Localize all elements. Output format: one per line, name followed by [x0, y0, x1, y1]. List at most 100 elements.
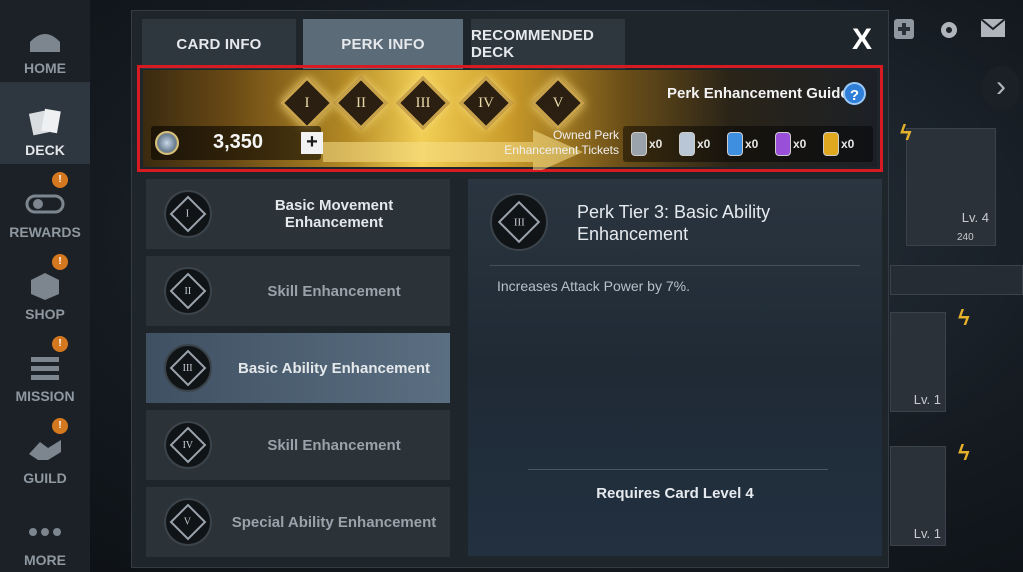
more-icon — [25, 516, 65, 548]
ticket-count: x0 — [841, 137, 855, 151]
close-button[interactable]: X — [852, 23, 872, 57]
tier-label: IV — [478, 95, 494, 111]
perk-tier-icon: II — [164, 267, 212, 315]
perk-item[interactable]: IV Skill Enhancement — [146, 410, 450, 480]
tier-label: I — [304, 95, 310, 111]
deck-icon — [25, 106, 65, 138]
ticket-icon — [823, 132, 839, 156]
guild-badge: ! — [52, 418, 68, 434]
lightning-icon: ϟ — [958, 305, 970, 330]
nav-label-more: MORE — [24, 552, 66, 568]
add-currency-button[interactable]: + — [301, 132, 323, 154]
ticket-tier2: x0 — [679, 132, 710, 156]
home-icon — [25, 24, 65, 56]
perk-requirement: Requires Card Level 4 — [596, 485, 754, 502]
nav-label-shop: SHOP — [25, 306, 65, 322]
perk-detail-description: Increases Attack Power by 7%. — [497, 278, 690, 294]
perk-tier-numeral: II — [184, 285, 192, 297]
perk-tier-numeral: IV — [182, 439, 194, 451]
ticket-tier3: x0 — [727, 132, 758, 156]
bg-filter-bar[interactable] — [890, 265, 1023, 295]
help-icon[interactable]: ? — [843, 82, 866, 105]
next-arrow-button[interactable]: › — [982, 66, 1020, 110]
tier-label: V — [552, 95, 564, 111]
card-power: 240 — [957, 232, 974, 243]
nav-item-home[interactable]: HOME — [0, 0, 90, 82]
tier-label: II — [356, 95, 366, 111]
ticket-count: x0 — [745, 137, 759, 151]
perk-banner: I II III IV V Perk Enhancement Guide ? O… — [143, 70, 877, 170]
nav-label-rewards: REWARDS — [9, 224, 81, 240]
ticket-tier5: x0 — [823, 132, 854, 156]
perk-detail-panel: III Perk Tier 3: Basic Ability Enhanceme… — [468, 179, 882, 556]
ticket-icon — [775, 132, 791, 156]
coin-icon — [155, 131, 179, 155]
tab-card-info[interactable]: CARD INFO — [142, 19, 296, 69]
bg-card[interactable]: Lv. 4 240 — [906, 128, 996, 246]
perk-tier-icon: I — [164, 190, 212, 238]
perk-item[interactable]: V Special Ability Enhancement — [146, 487, 450, 557]
ticket-bar: x0 x0 x0 x0 x0 — [623, 126, 873, 162]
currency-amount: 3,350 — [213, 131, 264, 153]
perk-item-selected[interactable]: III Basic Ability Enhancement — [146, 333, 450, 403]
perk-label: Special Ability Enhancement — [231, 513, 437, 531]
nav-item-mission[interactable]: ! MISSION — [0, 328, 90, 410]
perk-label: Skill Enhancement — [267, 436, 401, 454]
ticket-tier4: x0 — [775, 132, 806, 156]
rewards-icon — [25, 188, 65, 220]
bg-card[interactable]: Lv. 1 — [890, 446, 946, 546]
add-icon[interactable] — [893, 18, 915, 46]
lightning-icon: ϟ — [958, 440, 970, 465]
lightning-icon: ϟ — [900, 120, 912, 145]
nav-item-deck[interactable]: DECK — [0, 82, 90, 164]
perk-tier-icon: V — [164, 498, 212, 546]
mission-badge: ! — [52, 336, 68, 352]
perk-tier-icon: IV — [164, 421, 212, 469]
perk-item[interactable]: I Basic Movement Enhancement — [146, 179, 450, 249]
owned-tickets-label: Owned Perk Enhancement Tickets — [481, 128, 619, 158]
ticket-tier1: x0 — [631, 132, 662, 156]
ticket-icon — [631, 132, 647, 156]
mission-icon — [25, 352, 65, 384]
perk-tier-icon: III — [164, 344, 212, 392]
divider — [528, 469, 828, 470]
card-level: Lv. 4 — [961, 210, 989, 225]
nav-item-shop[interactable]: ! SHOP — [0, 246, 90, 328]
owned-label-line1: Owned Perk — [552, 128, 619, 142]
shop-badge: ! — [52, 254, 68, 270]
guild-icon — [25, 434, 65, 466]
ticket-count: x0 — [649, 137, 663, 151]
nav-item-guild[interactable]: ! GUILD — [0, 410, 90, 492]
nav-label-home: HOME — [24, 60, 66, 76]
bg-card[interactable]: Lv. 1 — [890, 312, 946, 412]
ticket-icon — [727, 132, 743, 156]
perk-item[interactable]: II Skill Enhancement — [146, 256, 450, 326]
nav-label-guild: GUILD — [23, 470, 67, 486]
nav-label-deck: DECK — [25, 142, 65, 158]
perk-label: Basic Ability Enhancement — [238, 359, 430, 377]
tier-label: III — [415, 95, 431, 111]
currency-bar: 3,350 + — [151, 126, 323, 160]
perk-guide-label[interactable]: Perk Enhancement Guide — [667, 85, 849, 102]
ticket-icon — [679, 132, 695, 156]
game-screen: HOME DECK ! REWARDS ! SHOP ! MISSION ! G… — [0, 0, 1023, 572]
perk-label: Basic Movement Enhancement — [274, 197, 394, 231]
nav-item-rewards[interactable]: ! REWARDS — [0, 164, 90, 246]
tab-perk-info[interactable]: PERK INFO — [303, 19, 463, 69]
nav-label-mission: MISSION — [15, 388, 75, 404]
nav-item-more[interactable]: MORE — [0, 492, 90, 572]
card-level: Lv. 1 — [913, 526, 941, 541]
perk-tier-icon: III — [490, 193, 548, 251]
gear-icon[interactable] — [937, 18, 961, 48]
perk-label: Skill Enhancement — [267, 282, 401, 300]
side-nav: HOME DECK ! REWARDS ! SHOP ! MISSION ! G… — [0, 0, 90, 572]
shop-icon — [25, 270, 65, 302]
perk-tier-numeral: III — [183, 362, 193, 374]
perk-tier-numeral: I — [186, 208, 190, 220]
ticket-count: x0 — [793, 137, 807, 151]
tab-recommended-deck[interactable]: RECOMMENDED DECK — [471, 19, 625, 69]
card-level: Lv. 1 — [913, 392, 941, 407]
perk-tier-numeral: V — [184, 516, 192, 528]
mail-icon[interactable] — [980, 18, 1006, 44]
divider — [490, 265, 860, 266]
